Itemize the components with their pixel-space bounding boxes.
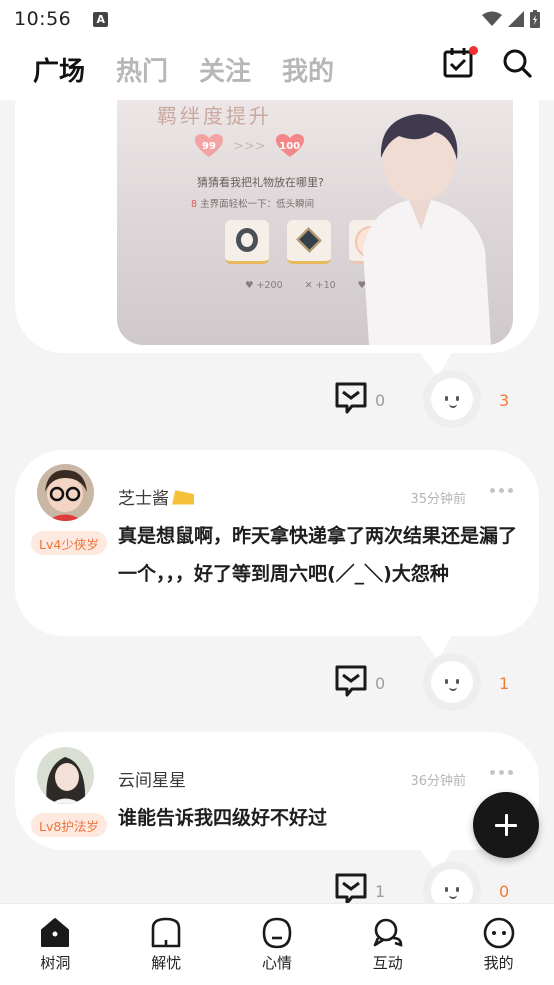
- nav-mood[interactable]: 心情: [222, 904, 333, 985]
- status-time: 10:56: [14, 8, 72, 30]
- image-hint: 8 主界面轻松一下：低头瞬间: [191, 196, 314, 210]
- wifi-icon: [482, 11, 502, 26]
- status-icons: [482, 10, 540, 28]
- level-badge: Lv8护法岁: [31, 813, 107, 837]
- face-eye: [456, 396, 459, 401]
- bottom-navigation: 树洞 解忧 心情 互动 我的: [0, 903, 554, 985]
- calendar-check-icon[interactable]: [442, 46, 478, 82]
- level-badge: Lv4少侠岁: [31, 531, 107, 555]
- avatar[interactable]: [37, 464, 94, 521]
- comment-count: 1: [375, 882, 386, 901]
- nav-relief[interactable]: 解忧: [111, 904, 222, 985]
- gift-box: [287, 220, 331, 264]
- battery-icon: [530, 10, 540, 28]
- search-glyph: [503, 49, 532, 78]
- tab-hot[interactable]: 热门: [116, 51, 168, 88]
- ring-icon: [236, 228, 258, 252]
- a-notification-icon: A: [93, 11, 109, 27]
- post-text[interactable]: 真是想鼠啊，昨天拿快递拿了两次结果还是漏了一个，，，好了等到周六吧(／_＼)大怨…: [118, 517, 523, 593]
- post-text[interactable]: 谁能告诉我四级好不好过: [118, 799, 523, 837]
- post-time: 35分钟前: [410, 492, 466, 507]
- face-mouth: [449, 687, 457, 691]
- username[interactable]: 芝士酱: [118, 484, 194, 509]
- interaction-icon: [373, 918, 403, 947]
- post-image[interactable]: 羁绊度提升 99 >>> 100 猜猜看我把礼物放在哪里? 8 主界面轻松一下：…: [117, 100, 513, 345]
- character-illustration: [363, 114, 491, 345]
- signal-icon: [508, 11, 524, 27]
- tab-following[interactable]: 关注: [199, 51, 251, 88]
- nav-label: 树洞: [40, 954, 71, 972]
- comment-icon[interactable]: [334, 381, 368, 415]
- plus-icon: [495, 814, 517, 836]
- face-mouth: [449, 404, 457, 408]
- top-navigation: 广场 热门 关注 我的: [0, 38, 554, 100]
- face-eye: [456, 887, 459, 892]
- username-text: 芝士酱: [118, 489, 169, 509]
- notification-dot: [469, 46, 478, 55]
- relief-icon: [151, 917, 181, 948]
- post-card[interactable]: Lv8护法岁 云间星星 36分钟前 谁能告诉我四级好不好过: [15, 732, 539, 874]
- new-post-button[interactable]: [473, 792, 539, 858]
- reaction-face-icon[interactable]: [423, 370, 481, 428]
- tree-hole-icon: [41, 918, 70, 947]
- heart-from: 99: [202, 140, 216, 152]
- comment-count: 0: [375, 391, 386, 410]
- profile-icon: [483, 917, 514, 949]
- more-options-icon[interactable]: [490, 488, 514, 498]
- face-inner: [431, 869, 473, 903]
- image-arrows: >>>: [233, 138, 266, 154]
- avatar-image: [37, 464, 94, 521]
- face-mouth: [449, 895, 457, 899]
- comment-icon[interactable]: [334, 872, 368, 903]
- face-inner: [431, 661, 473, 703]
- nav-label: 互动: [372, 954, 403, 972]
- comment-count: 0: [375, 674, 386, 693]
- reaction-face-icon[interactable]: [423, 861, 481, 903]
- nav-label: 解忧: [151, 954, 182, 972]
- status-bar: 10:56 A: [0, 0, 554, 38]
- reaction-face-icon[interactable]: [423, 653, 481, 711]
- avatar[interactable]: [37, 747, 94, 804]
- gift-ring: [225, 220, 269, 264]
- face-inner: [431, 378, 473, 420]
- username-text: 云间星星: [118, 771, 186, 791]
- stat-cross: ✕ +10: [304, 280, 336, 291]
- search-icon[interactable]: [500, 46, 536, 82]
- reaction-count: 1: [499, 674, 510, 693]
- hint-number: 8: [191, 199, 198, 210]
- comment-icon[interactable]: [334, 664, 368, 698]
- reaction-count: 0: [499, 882, 510, 901]
- image-question: 猜猜看我把礼物放在哪里?: [197, 176, 324, 189]
- feed[interactable]: 羁绊度提升 99 >>> 100 猜猜看我把礼物放在哪里? 8 主界面轻松一下：…: [0, 100, 554, 903]
- post-card[interactable]: Lv4少侠岁 芝士酱 35分钟前 真是想鼠啊，昨天拿快递拿了两次结果还是漏了一个…: [15, 450, 539, 660]
- post-card[interactable]: 羁绊度提升 99 >>> 100 猜猜看我把礼物放在哪里? 8 主界面轻松一下：…: [15, 100, 539, 377]
- nav-label: 我的: [483, 954, 514, 972]
- image-banner: 羁绊度提升: [157, 104, 272, 128]
- more-options-icon[interactable]: [490, 770, 514, 780]
- stat-affection: ♥ +200: [245, 280, 283, 291]
- face-eye: [456, 679, 459, 684]
- heart-to: 100: [279, 140, 301, 152]
- hint-text: 主界面轻松一下：低头瞬间: [200, 199, 315, 210]
- nav-profile[interactable]: 我的: [443, 904, 554, 985]
- username[interactable]: 云间星星: [118, 766, 186, 791]
- nav-label: 心情: [261, 954, 292, 972]
- box-icon: [296, 227, 322, 253]
- face-eye: [445, 887, 448, 892]
- post-time: 36分钟前: [410, 774, 466, 789]
- cheese-icon: [172, 490, 194, 505]
- face-eye: [445, 396, 448, 401]
- nav-interaction[interactable]: 互动: [332, 904, 443, 985]
- face-eye: [445, 679, 448, 684]
- image-hearts: 99 >>> 100: [195, 134, 304, 158]
- tab-mine[interactable]: 我的: [282, 51, 334, 88]
- reaction-count: 3: [499, 391, 510, 410]
- tab-square[interactable]: 广场: [33, 51, 85, 88]
- avatar-image: [37, 747, 94, 804]
- nav-tree-hole[interactable]: 树洞: [0, 904, 111, 985]
- mood-icon: [262, 917, 292, 949]
